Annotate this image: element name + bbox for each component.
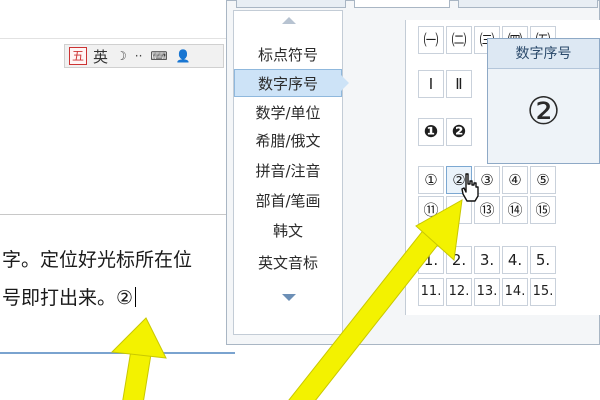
scroll-down-icon[interactable] (282, 294, 296, 301)
symbol-cell[interactable]: ① (418, 166, 444, 194)
symbol-cell[interactable]: ㈡ (446, 26, 472, 54)
moon-icon[interactable]: ☽ (116, 49, 127, 63)
category-item-punctuation[interactable]: 标点符号 (234, 41, 342, 69)
category-label: 拼音/注音 (255, 162, 321, 180)
category-label: 英文音标 (257, 254, 318, 272)
category-label: 韩文 (272, 222, 303, 240)
category-label: 标点符号 (257, 46, 318, 64)
tab-2[interactable] (354, 0, 450, 8)
category-item-phonetic[interactable]: 英文音标 (234, 249, 342, 277)
tab-3[interactable] (458, 0, 598, 8)
keyboard-icon[interactable]: ⌨ (150, 49, 167, 63)
category-item-number-ordinals[interactable]: 数字序号 (234, 69, 349, 97)
category-label: 数学/单位 (255, 104, 321, 122)
symbol-cell[interactable]: ❷ (446, 118, 472, 146)
category-item-greek-russian[interactable]: 希腊/俄文 (234, 127, 342, 155)
category-item-korean[interactable]: 韩文 (234, 217, 342, 245)
ime-toolbar: 五 英 ☽ ·· ⌨ 👤 (64, 44, 224, 68)
hand-cursor-icon (461, 173, 479, 202)
ime-logo[interactable]: 五 (69, 47, 87, 65)
symbol-cell[interactable]: ⑮ (530, 196, 556, 224)
symbol-cell[interactable]: 11. (418, 278, 444, 306)
tab-1[interactable] (236, 0, 346, 8)
user-icon[interactable]: 👤 (176, 49, 191, 63)
document-top-border (0, 38, 235, 39)
document-bottom-border (0, 352, 235, 354)
preview-title: 数字序号 (488, 39, 599, 69)
category-label: 希腊/俄文 (255, 132, 321, 150)
symbol-cell[interactable]: ④ (502, 166, 528, 194)
symbol-cell[interactable]: 14. (502, 278, 528, 306)
category-list: 标点符号 数字序号 数学/单位 希腊/俄文 拼音/注音 部首/笔画 韩文 英文音… (233, 10, 349, 335)
text-caret (135, 287, 137, 307)
symbol-cell[interactable]: 13. (474, 278, 500, 306)
symbol-preview-popup: 数字序号 ② (487, 38, 600, 164)
dots-icon[interactable]: ·· (135, 49, 143, 63)
symbol-cell[interactable]: ⑭ (502, 196, 528, 224)
document-text-line-2-content: 号即打出来。② (2, 287, 134, 309)
symbol-cell[interactable]: 15. (530, 278, 556, 306)
symbol-cell[interactable]: 4. (502, 246, 528, 274)
category-item-pinyin-zhuyin[interactable]: 拼音/注音 (234, 157, 342, 185)
symbol-cell[interactable]: 1. (418, 246, 444, 274)
symbol-cell[interactable]: ❶ (418, 118, 444, 146)
symbol-cell[interactable]: 5. (530, 246, 556, 274)
symbol-cell[interactable]: ⑤ (530, 166, 556, 194)
category-label: 数字序号 (257, 75, 318, 93)
symbol-cell[interactable]: Ⅱ (446, 70, 472, 98)
document-text-line-1-content: 字。定位好光标所在位 (2, 249, 193, 271)
selection-pointer-icon (341, 75, 349, 91)
document-text-line-2[interactable]: 号即打出来。② (2, 283, 234, 310)
ime-mode-toggle[interactable]: 英 (93, 46, 108, 67)
panel-tabs (230, 0, 600, 8)
symbol-cell[interactable]: ㈠ (418, 26, 444, 54)
scroll-up-icon[interactable] (282, 17, 296, 24)
document-separator (0, 214, 235, 215)
category-item-math-units[interactable]: 数学/单位 (234, 99, 342, 127)
category-label: 部首/笔画 (255, 192, 321, 210)
symbol-cell[interactable]: 12. (446, 278, 472, 306)
symbol-cell[interactable]: Ⅰ (418, 70, 444, 98)
symbol-cell[interactable]: ⑪ (418, 196, 444, 224)
preview-glyph: ② (526, 89, 561, 133)
symbol-cell[interactable]: 3. (474, 246, 500, 274)
annotation-arrow-to-text (110, 317, 167, 400)
document-text-line-1[interactable]: 字。定位好光标所在位 (2, 245, 234, 272)
symbol-cell[interactable]: 2. (446, 246, 472, 274)
category-item-radicals-strokes[interactable]: 部首/笔画 (234, 187, 342, 215)
